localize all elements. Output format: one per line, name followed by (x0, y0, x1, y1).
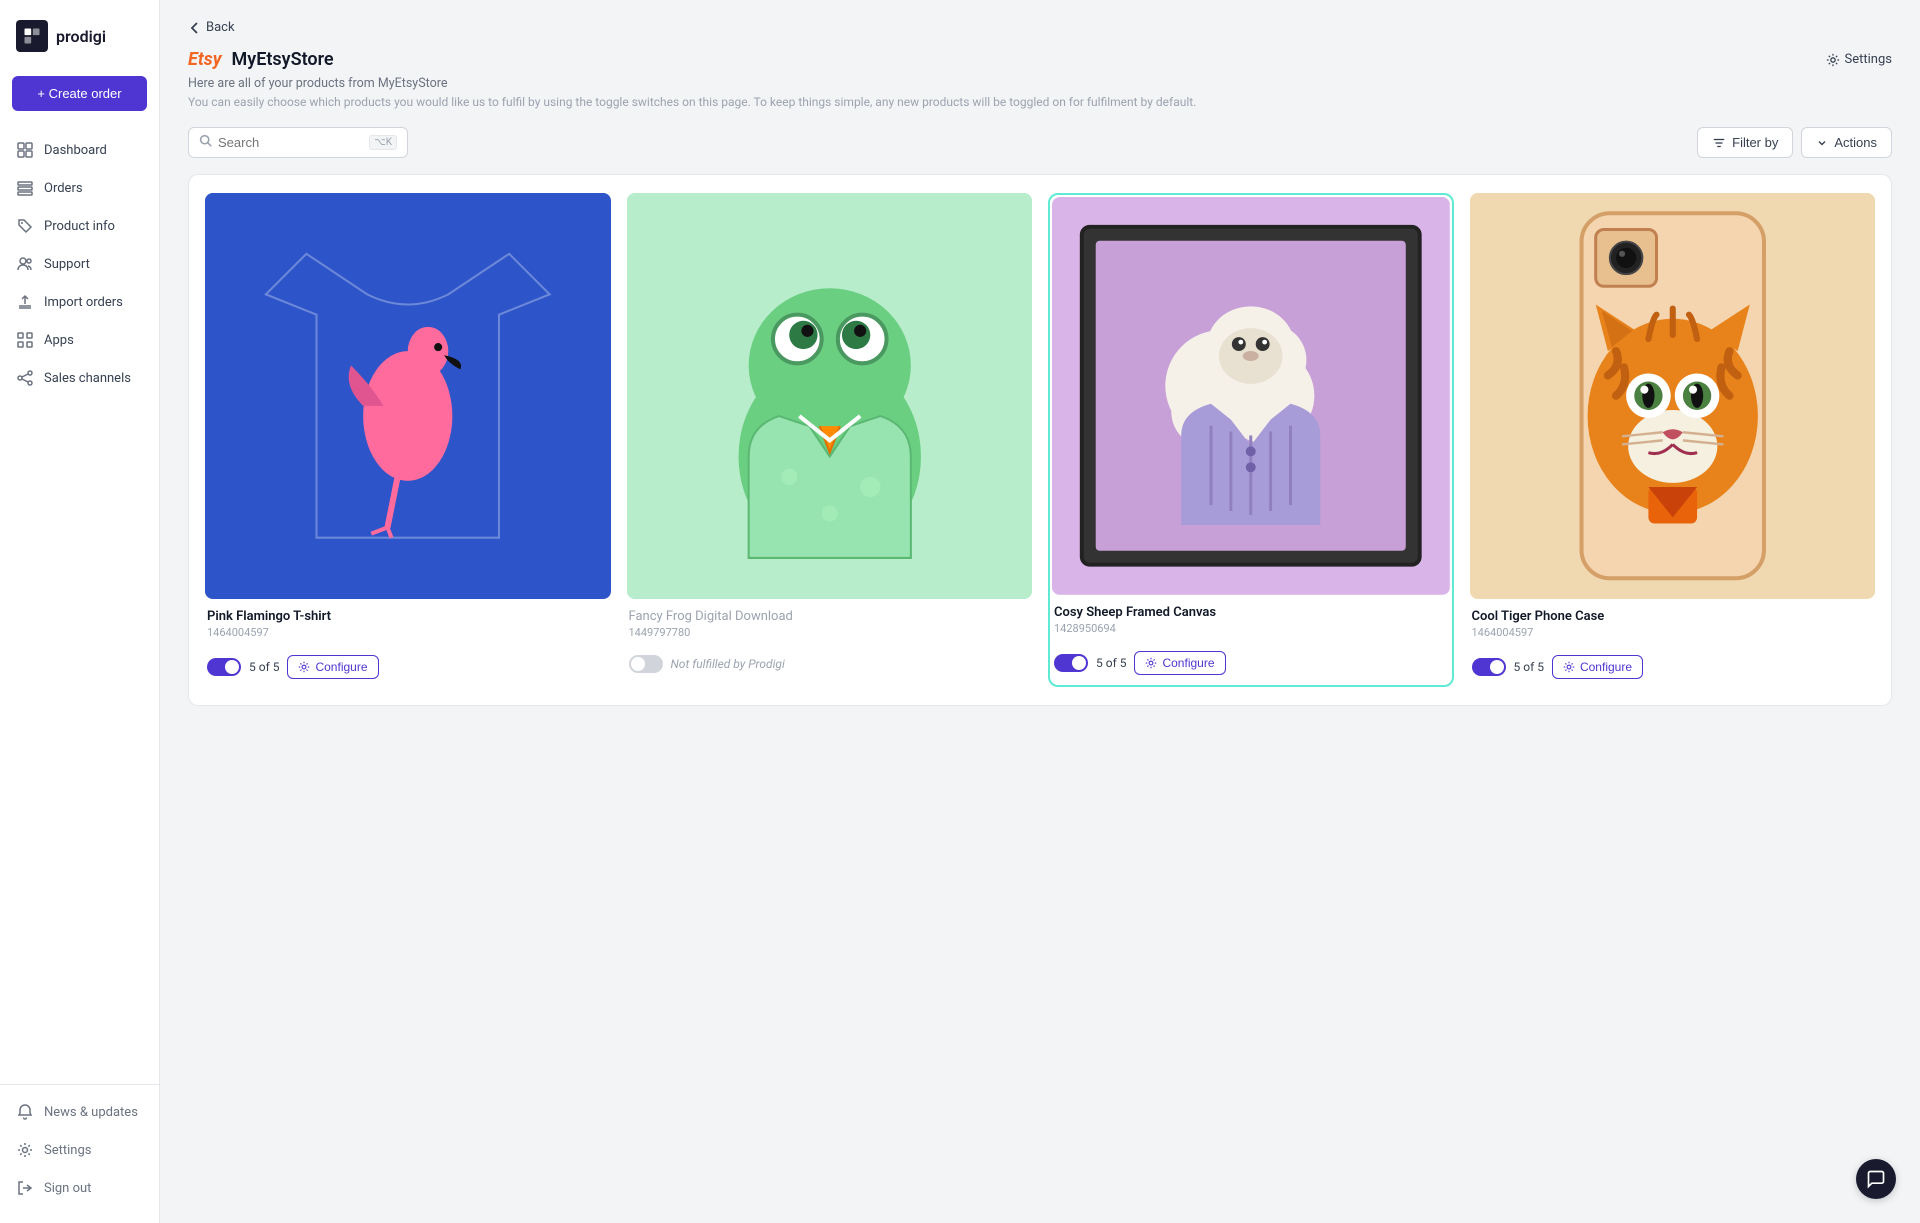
products-grid: Pink Flamingo T-shirt 1464004597 5 of 5 … (205, 193, 1875, 687)
apps-icon (16, 331, 34, 349)
sidebar-bottom: News & updates Settings Sign out (0, 1084, 159, 1223)
product-actions-2: Not fulfilled by Prodigi (627, 655, 1033, 681)
product-info-1: Pink Flamingo T-shirt 1464004597 (205, 599, 611, 655)
configure-button-3[interactable]: Configure (1134, 651, 1225, 675)
product-toggle-3[interactable] (1054, 654, 1088, 672)
create-order-button[interactable]: + Create order (12, 76, 147, 111)
store-header: Etsy MyEtsyStore Settings (188, 49, 1892, 70)
channels-icon (16, 369, 34, 387)
keyboard-hint: ⌥K (369, 135, 397, 150)
sidebar-item-orders[interactable]: Orders (0, 169, 159, 207)
description-1: Here are all of your products from MyEts… (188, 76, 1892, 91)
product-actions-3: 5 of 5 Configure (1052, 651, 1450, 683)
settings-link[interactable]: Settings (1826, 52, 1892, 67)
sidebar-item-label: Orders (44, 181, 83, 196)
product-name-3: Cosy Sheep Framed Canvas (1054, 605, 1448, 620)
products-panel: Pink Flamingo T-shirt 1464004597 5 of 5 … (188, 174, 1892, 706)
product-info-2: Fancy Frog Digital Download 1449797780 (627, 599, 1033, 655)
configure-button-1[interactable]: Configure (287, 655, 378, 679)
sidebar-item-label: Support (44, 257, 90, 272)
sidebar-item-support[interactable]: Support (0, 245, 159, 283)
signout-icon (16, 1179, 34, 1197)
product-toggle-1[interactable] (207, 658, 241, 676)
product-id-4: 1464004597 (1472, 626, 1874, 639)
product-image-2 (627, 193, 1033, 599)
list-icon (16, 179, 34, 197)
settings-label: Settings (1845, 52, 1892, 67)
product-info-4: Cool Tiger Phone Case 1464004597 (1470, 599, 1876, 655)
gear-icon (16, 1141, 34, 1159)
product-id-3: 1428950694 (1054, 622, 1448, 635)
variants-text-3: 5 of 5 (1096, 656, 1126, 670)
variants-text-4: 5 of 5 (1514, 660, 1544, 674)
users-icon (16, 255, 34, 273)
sidebar-item-settings[interactable]: Settings (0, 1131, 159, 1169)
product-card-1: Pink Flamingo T-shirt 1464004597 5 of 5 … (205, 193, 611, 687)
product-toggle-2[interactable] (629, 655, 663, 673)
sidebar-item-label: Dashboard (44, 143, 107, 158)
product-name-1: Pink Flamingo T-shirt (207, 609, 609, 624)
product-image-3 (1052, 197, 1450, 595)
sidebar-item-label: Sales channels (44, 371, 131, 386)
store-title-row: Etsy MyEtsyStore (188, 49, 334, 70)
grid-icon (16, 141, 34, 159)
toolbar: ⌥K Filter by Actions (188, 127, 1892, 158)
logo-icon (16, 20, 48, 52)
sidebar: prodigi + Create order Dashboard Orders … (0, 0, 160, 1223)
search-box[interactable]: ⌥K (188, 127, 408, 158)
main-content: Back Etsy MyEtsyStore Settings Here are … (160, 0, 1920, 1223)
etsy-badge: Etsy (188, 49, 222, 70)
back-link[interactable]: Back (188, 20, 1892, 35)
sidebar-item-dashboard[interactable]: Dashboard (0, 131, 159, 169)
sidebar-item-import-orders[interactable]: Import orders (0, 283, 159, 321)
sidebar-item-sign-out[interactable]: Sign out (0, 1169, 159, 1207)
product-info-3: Cosy Sheep Framed Canvas 1428950694 (1052, 595, 1450, 651)
product-actions-4: 5 of 5 Configure (1470, 655, 1876, 687)
search-input[interactable] (218, 135, 363, 150)
product-card-3: Cosy Sheep Framed Canvas 1428950694 5 of… (1048, 193, 1454, 687)
sidebar-item-label: Product info (44, 219, 115, 234)
sidebar-item-label: Settings (44, 1143, 91, 1158)
product-toggle-4[interactable] (1472, 658, 1506, 676)
sidebar-logo: prodigi (0, 0, 159, 68)
sidebar-item-label: Import orders (44, 295, 123, 310)
chat-bubble[interactable] (1856, 1159, 1896, 1199)
product-name-2: Fancy Frog Digital Download (629, 609, 1031, 624)
configure-button-4[interactable]: Configure (1552, 655, 1643, 679)
sidebar-item-product-info[interactable]: Product info (0, 207, 159, 245)
sidebar-item-label: Apps (44, 333, 74, 348)
product-image-1 (205, 193, 611, 599)
sidebar-item-label: Sign out (44, 1181, 91, 1196)
search-icon (199, 134, 212, 151)
tag-icon (16, 217, 34, 235)
sidebar-item-news-updates[interactable]: News & updates (0, 1093, 159, 1131)
product-image-4 (1470, 193, 1876, 599)
variants-text-1: 5 of 5 (249, 660, 279, 674)
product-name-4: Cool Tiger Phone Case (1472, 609, 1874, 624)
filter-button[interactable]: Filter by (1697, 127, 1793, 158)
product-id-1: 1464004597 (207, 626, 609, 639)
logo-text: prodigi (56, 27, 106, 46)
not-fulfilled-text-2: Not fulfilled by Prodigi (671, 657, 785, 671)
sidebar-item-label: News & updates (44, 1105, 138, 1120)
bell-icon (16, 1103, 34, 1121)
toolbar-right: Filter by Actions (1697, 127, 1892, 158)
back-label: Back (206, 20, 235, 35)
nav-section: Dashboard Orders Product info Support Im… (0, 127, 159, 1084)
product-card-2: Fancy Frog Digital Download 1449797780 N… (627, 193, 1033, 687)
sidebar-item-sales-channels[interactable]: Sales channels (0, 359, 159, 397)
upload-icon (16, 293, 34, 311)
actions-button[interactable]: Actions (1801, 127, 1892, 158)
product-actions-1: 5 of 5 Configure (205, 655, 611, 687)
store-name: MyEtsyStore (232, 49, 334, 70)
product-id-2: 1449797780 (629, 626, 1031, 639)
description-2: You can easily choose which products you… (188, 95, 1892, 109)
product-card-4: Cool Tiger Phone Case 1464004597 5 of 5 … (1470, 193, 1876, 687)
sidebar-item-apps[interactable]: Apps (0, 321, 159, 359)
